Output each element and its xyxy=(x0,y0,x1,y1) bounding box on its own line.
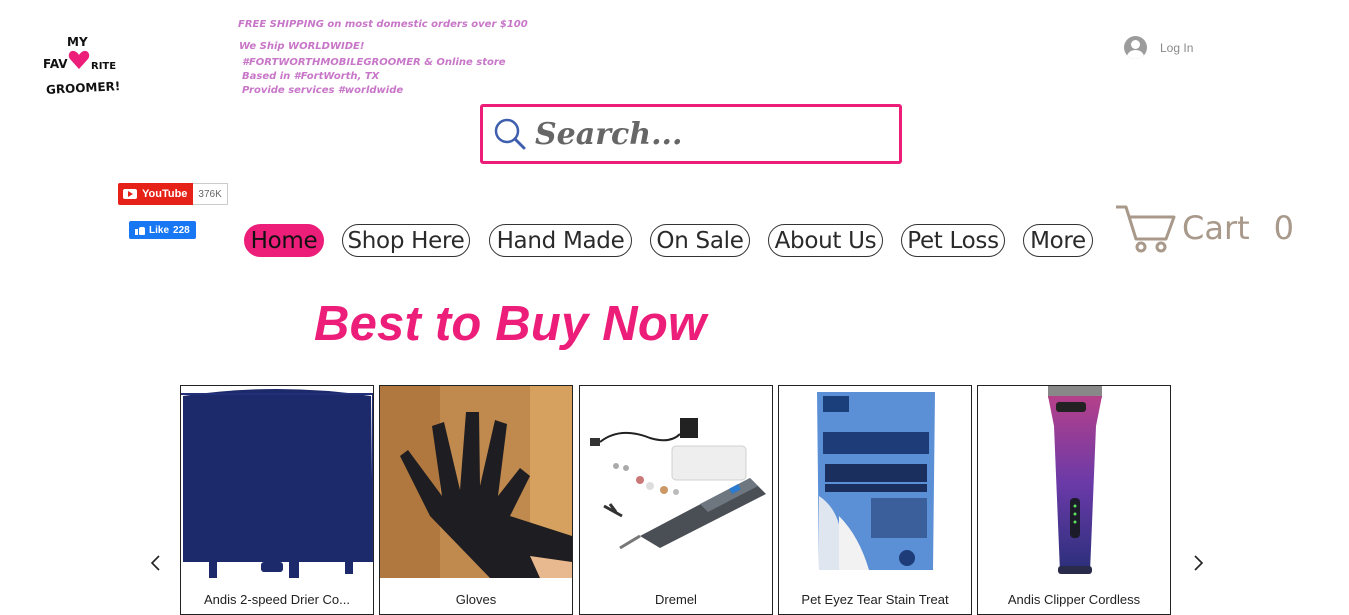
logo-text-line3: GROOMER! xyxy=(45,79,121,97)
nav-shop-here[interactable]: Shop Here xyxy=(342,224,470,257)
youtube-subscribe-button[interactable]: YouTube 376K xyxy=(118,183,228,205)
dryer-cover-image xyxy=(181,386,373,578)
nav-on-sale[interactable]: On Sale xyxy=(650,224,750,257)
product-card[interactable]: Andis Clipper Cordless xyxy=(977,385,1171,615)
product-card[interactable]: Dremel xyxy=(579,385,773,615)
nav-more[interactable]: More xyxy=(1023,224,1093,257)
product-card[interactable]: Gloves xyxy=(379,385,573,615)
heart-paw-icon xyxy=(68,50,90,69)
login-button[interactable]: Log In xyxy=(1124,36,1193,59)
dremel-image xyxy=(580,386,772,578)
user-avatar-icon xyxy=(1124,36,1147,59)
promo-line: Provide services #worldwide xyxy=(242,85,404,96)
product-card[interactable]: Pet Eyez Tear Stain Treat xyxy=(778,385,972,615)
site-logo[interactable]: MY FAV RITE GROOMER! xyxy=(40,36,122,102)
nav-home[interactable]: Home xyxy=(244,224,324,257)
facebook-like-button[interactable]: Like 228 xyxy=(129,221,196,239)
thumbs-up-icon xyxy=(135,225,145,235)
product-image-gloves xyxy=(380,386,572,578)
cart-label: Cart xyxy=(1182,209,1250,247)
promo-line: We Ship WORLDWIDE! xyxy=(239,41,365,52)
youtube-play-icon xyxy=(123,189,137,199)
product-card[interactable]: Andis 2-speed Drier Co... xyxy=(180,385,374,615)
search-input[interactable] xyxy=(535,116,875,152)
nav-about-us[interactable]: About Us xyxy=(768,224,883,257)
clipper-image xyxy=(978,386,1170,578)
nav-hand-made[interactable]: Hand Made xyxy=(489,224,632,257)
chevron-left-icon[interactable] xyxy=(146,552,166,574)
cart-count: 0 xyxy=(1273,209,1295,247)
logo-text-line2a: FAV xyxy=(43,57,68,71)
peteyez-image xyxy=(779,386,971,578)
facebook-like-count: 228 xyxy=(173,224,190,236)
shopping-cart-icon xyxy=(1116,205,1176,253)
youtube-label: YouTube xyxy=(142,188,188,200)
promo-line: FREE SHIPPING on most domestic orders ov… xyxy=(238,19,528,30)
section-heading: Best to Buy Now xyxy=(314,297,707,351)
nav-pet-loss[interactable]: Pet Loss xyxy=(901,224,1005,257)
promo-line: Based in #FortWorth, TX xyxy=(242,71,380,82)
product-image-clipper xyxy=(978,386,1170,578)
product-image-peteyez xyxy=(779,386,971,578)
gloves-image xyxy=(380,386,572,578)
youtube-subscriber-count: 376K xyxy=(193,183,228,205)
logo-text-line1: MY xyxy=(67,35,88,49)
search-box[interactable] xyxy=(480,104,902,164)
facebook-like-label: Like xyxy=(149,224,170,236)
logo-text-line2b: RITE xyxy=(91,61,117,72)
search-icon xyxy=(494,118,526,150)
youtube-button: YouTube xyxy=(118,183,194,205)
login-label: Log In xyxy=(1160,40,1194,55)
promo-line: #FORTWORTHMOBILEGROOMER & Online store xyxy=(242,57,506,68)
product-image-dremel xyxy=(580,386,772,578)
chevron-right-icon[interactable] xyxy=(1188,552,1208,574)
product-image-dryer-cover xyxy=(181,386,373,578)
cart-button[interactable]: Cart 0 xyxy=(1114,203,1294,253)
